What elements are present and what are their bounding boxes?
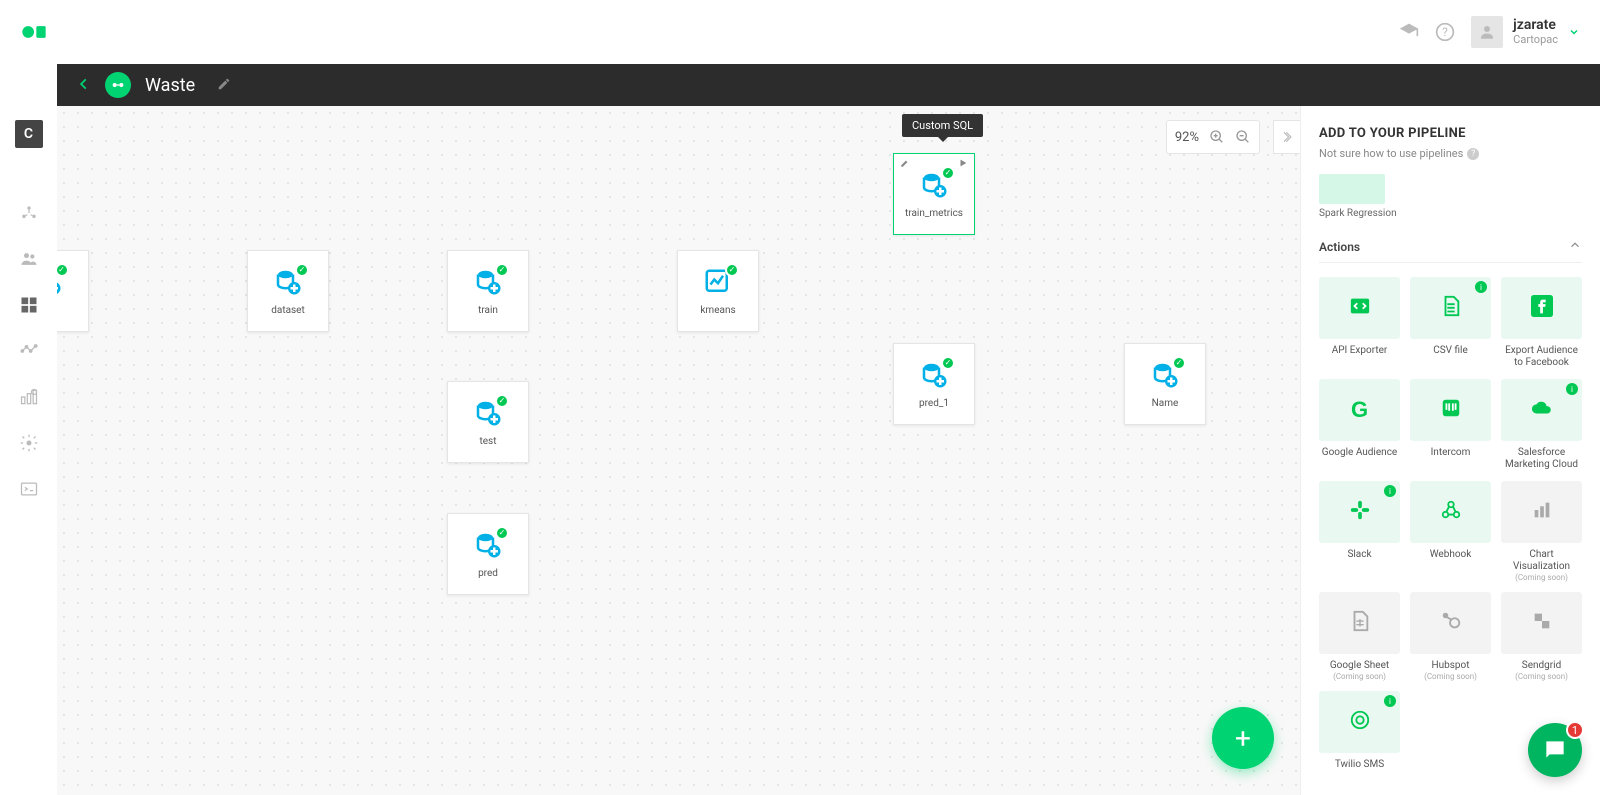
- edges-layer: [57, 106, 357, 256]
- chevron-down-icon: [1568, 23, 1580, 42]
- action-label: Chart Visualization: [1501, 549, 1582, 573]
- edit-title-button[interactable]: [217, 76, 231, 95]
- svg-text:?: ?: [1442, 25, 1448, 39]
- avatar: [1471, 16, 1503, 48]
- app-logo[interactable]: [20, 18, 48, 46]
- action-label: Sendgrid: [1522, 660, 1561, 672]
- panel-help[interactable]: Not sure how to use pipelines ?: [1319, 147, 1582, 160]
- action-card: Hubspot(Coming soon): [1410, 592, 1491, 681]
- sidebar-nav-4[interactable]: [18, 340, 40, 362]
- panel-title: ADD TO YOUR PIPELINE: [1319, 126, 1582, 141]
- database-icon: [473, 530, 503, 560]
- node-edit-icon[interactable]: [900, 158, 910, 171]
- info-dot-icon: i: [1384, 695, 1396, 707]
- action-label: Google Audience: [1322, 447, 1397, 459]
- spark-regression-label: Spark Regression: [1319, 208, 1582, 219]
- user-org: Cartopac: [1513, 34, 1558, 46]
- action-label: API Exporter: [1332, 345, 1388, 357]
- canvas[interactable]: 92%: [57, 106, 1300, 795]
- action-card: Chart Visualization(Coming soon): [1501, 481, 1582, 582]
- zoom-out-button[interactable]: [1235, 129, 1251, 145]
- help-tooltip-icon: ?: [1467, 148, 1479, 160]
- info-dot-icon: i: [1566, 383, 1578, 395]
- action-label: Intercom: [1431, 447, 1471, 459]
- database-icon: [919, 170, 949, 200]
- sidebar-nav-7[interactable]: [18, 478, 40, 500]
- database-icon: [473, 398, 503, 428]
- node-name[interactable]: Name: [1124, 343, 1206, 425]
- action-sublabel: (Coming soon): [1424, 672, 1477, 681]
- zoom-controls: 92%: [1166, 120, 1260, 154]
- node-pred-1[interactable]: pred_1: [893, 343, 975, 425]
- sidebar-nav-3[interactable]: [18, 294, 40, 316]
- action-label: Slack: [1347, 549, 1371, 561]
- database-icon: [919, 360, 949, 390]
- database-icon: [273, 267, 303, 297]
- database-icon: [57, 267, 63, 297]
- action-card[interactable]: Export Audience to Facebook: [1501, 277, 1582, 369]
- node-train-metrics[interactable]: train_metrics: [893, 153, 975, 235]
- action-card[interactable]: i Slack: [1319, 481, 1400, 582]
- user-name: jzarate: [1513, 18, 1558, 33]
- left-sidebar: C: [0, 64, 57, 795]
- back-button[interactable]: [77, 75, 91, 96]
- action-card: Sendgrid(Coming soon): [1501, 592, 1582, 681]
- sidebar-nav-2[interactable]: [18, 248, 40, 270]
- actions-grid: API Exporter i CSV file Export Audience to …: [1319, 277, 1582, 771]
- action-label: Export Audience to Facebook: [1501, 345, 1582, 369]
- action-sublabel: (Coming soon): [1333, 672, 1386, 681]
- sidebar-nav-1[interactable]: [18, 202, 40, 224]
- action-card: Google Sheet(Coming soon): [1319, 592, 1400, 681]
- database-icon: [1150, 360, 1180, 390]
- info-dot-icon: i: [1475, 281, 1487, 293]
- top-header: ? jzarate Cartopac: [0, 0, 1600, 64]
- action-card[interactable]: Intercom: [1410, 379, 1491, 471]
- user-menu[interactable]: jzarate Cartopac: [1471, 16, 1580, 48]
- action-label: Hubspot: [1431, 660, 1469, 672]
- action-card[interactable]: API Exporter: [1319, 277, 1400, 369]
- action-card[interactable]: Webhook: [1410, 481, 1491, 582]
- zoom-in-button[interactable]: [1209, 129, 1225, 145]
- database-icon: [473, 267, 503, 297]
- actions-section-title: Actions: [1319, 240, 1360, 254]
- org-badge[interactable]: C: [15, 120, 43, 148]
- intercom-badge: 1: [1566, 721, 1584, 739]
- node-run-icon[interactable]: [958, 158, 968, 171]
- pipeline-title: Waste: [145, 75, 195, 96]
- node-dataset[interactable]: dataset: [247, 250, 329, 332]
- sidebar-nav-6[interactable]: [18, 432, 40, 454]
- action-card[interactable]: i Salesforce Marketing Cloud: [1501, 379, 1582, 471]
- node-partial[interactable]: e: [57, 250, 89, 332]
- node-kmeans[interactable]: kmeans: [677, 250, 759, 332]
- action-label: Google Sheet: [1330, 660, 1389, 672]
- pipeline-header: Waste: [57, 64, 1600, 106]
- node-tooltip: Custom SQL: [902, 114, 983, 137]
- collapse-icon[interactable]: [1568, 237, 1582, 256]
- sidebar-nav-5[interactable]: [18, 386, 40, 408]
- right-panel: ADD TO YOUR PIPELINE Not sure how to use…: [1300, 106, 1600, 795]
- panel-toggle-button[interactable]: [1273, 120, 1300, 154]
- node-pred[interactable]: pred: [447, 513, 529, 595]
- pipeline-type-icon: [105, 72, 131, 98]
- node-train[interactable]: train: [447, 250, 529, 332]
- model-icon: [703, 267, 733, 297]
- intercom-launcher[interactable]: 1: [1528, 723, 1582, 777]
- action-label: Salesforce Marketing Cloud: [1501, 447, 1582, 471]
- action-sublabel: (Coming soon): [1515, 672, 1568, 681]
- info-dot-icon: i: [1384, 485, 1396, 497]
- action-label: Webhook: [1430, 549, 1472, 561]
- action-card[interactable]: GGoogle Audience: [1319, 379, 1400, 471]
- action-card[interactable]: i CSV file: [1410, 277, 1491, 369]
- action-sublabel: (Coming soon): [1515, 573, 1568, 582]
- node-test[interactable]: test: [447, 381, 529, 463]
- zoom-level: 92%: [1175, 130, 1199, 145]
- add-node-fab[interactable]: +: [1212, 707, 1274, 769]
- academy-icon[interactable]: [1399, 22, 1419, 42]
- action-label: Twilio SMS: [1335, 759, 1384, 771]
- action-label: CSV file: [1433, 345, 1468, 357]
- spark-regression-card[interactable]: [1319, 174, 1385, 204]
- action-card[interactable]: i Twilio SMS: [1319, 691, 1400, 771]
- help-icon[interactable]: ?: [1435, 22, 1455, 42]
